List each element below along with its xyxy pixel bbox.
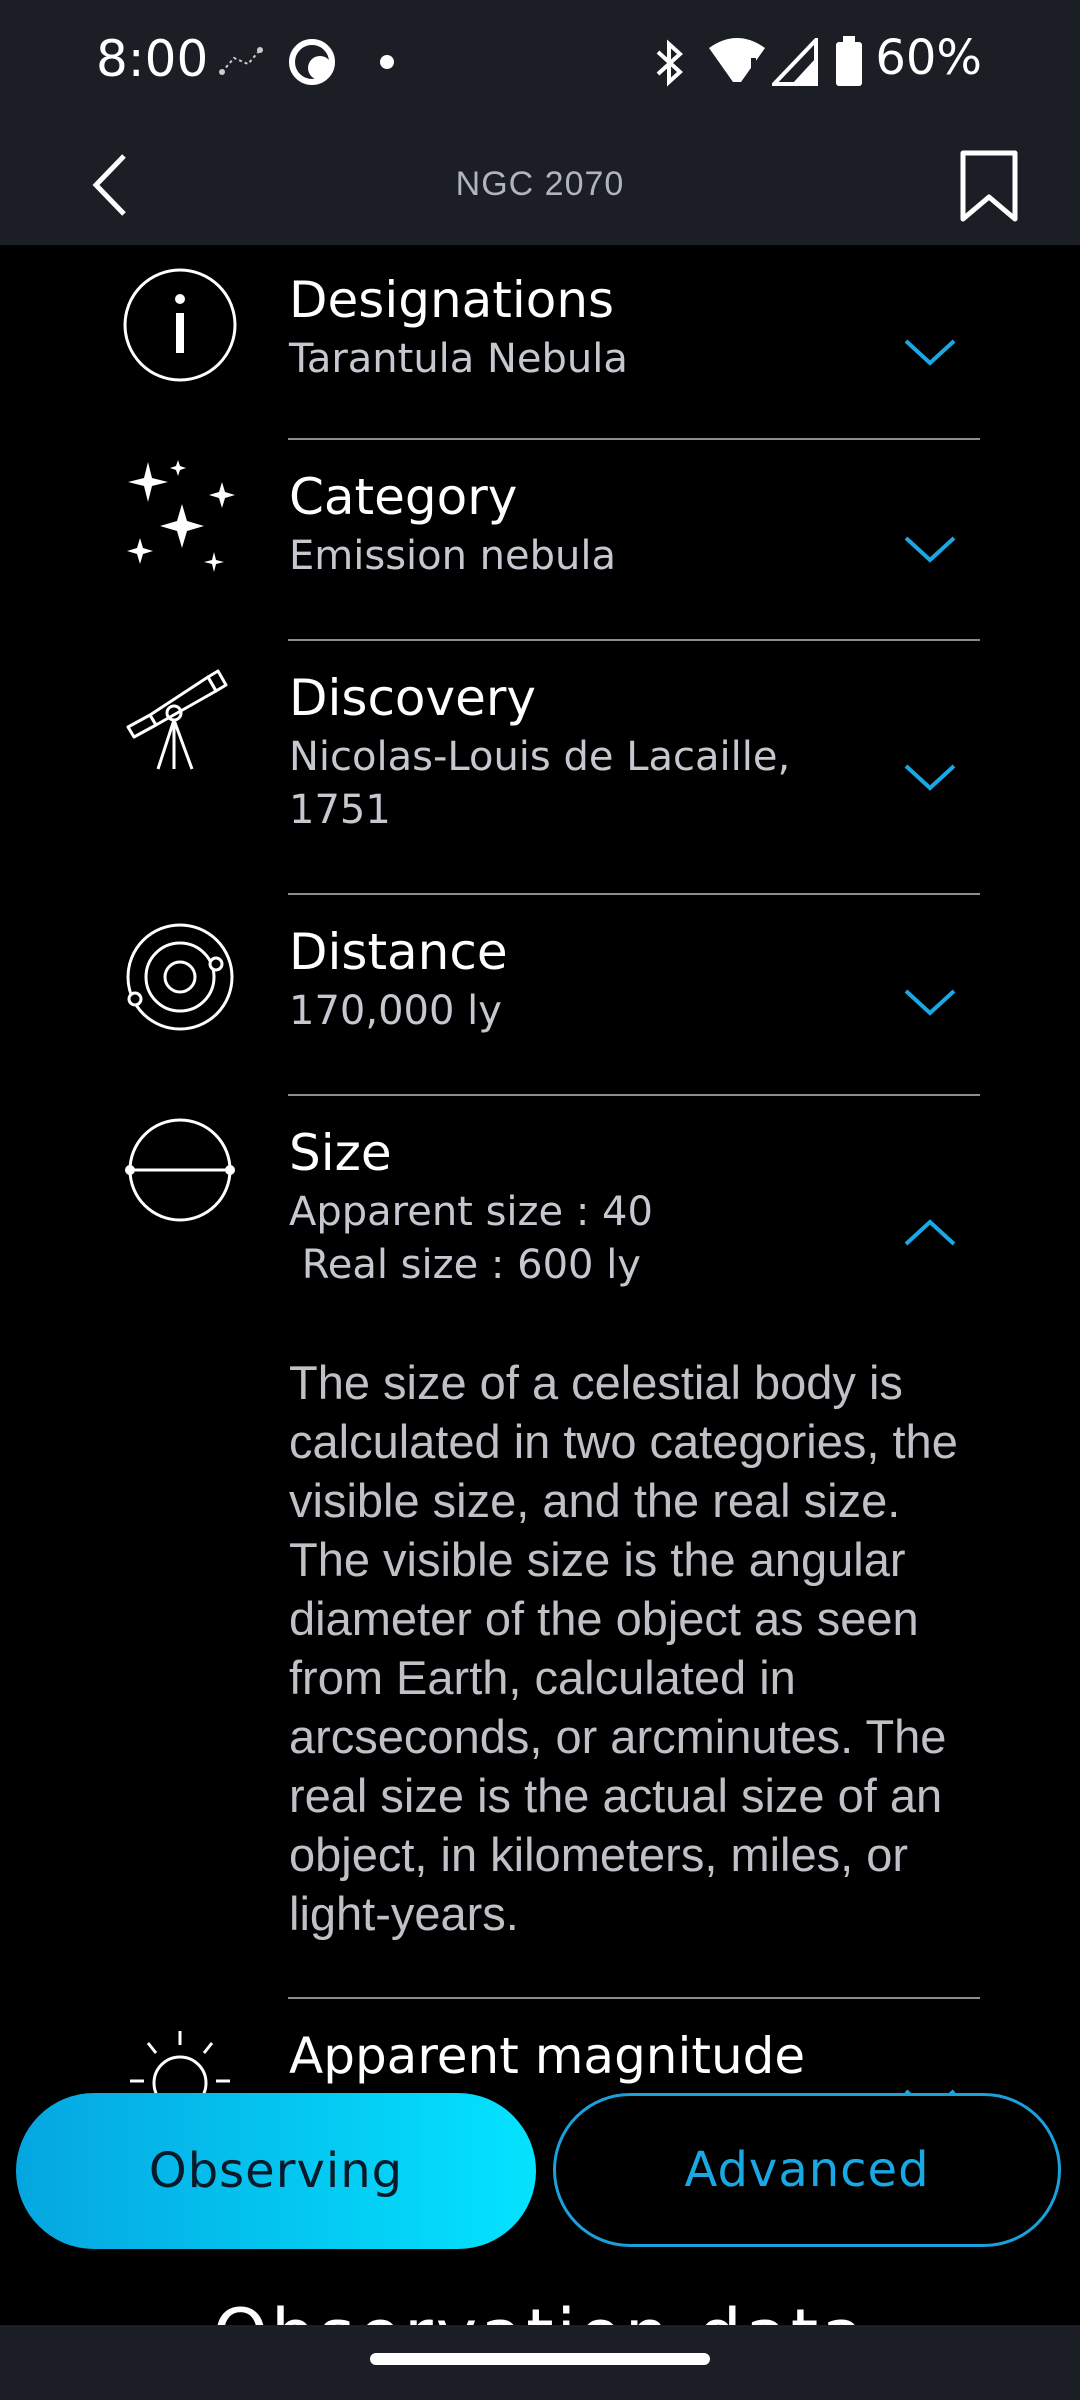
orbit-icon xyxy=(126,923,234,1031)
divider xyxy=(288,438,980,440)
object-details[interactable]: Designations Tarantula Nebula Category E… xyxy=(0,245,1080,2325)
apparent-size-value: Apparent size : 40 xyxy=(289,1189,653,1235)
divider xyxy=(288,1094,980,1096)
app-bar: NGC 2070 xyxy=(0,125,1080,245)
sparkles-icon xyxy=(127,460,235,572)
real-size-value: Real size : 600 ly xyxy=(289,1242,641,1288)
sphere-icon xyxy=(125,1118,235,1222)
row-title: Apparent magnitude xyxy=(289,2027,806,2085)
observation-data-heading: Observation data xyxy=(0,2270,1080,2325)
home-gesture-handle[interactable] xyxy=(370,2353,710,2365)
chevron-down-icon[interactable] xyxy=(900,530,960,570)
chevron-up-icon[interactable] xyxy=(900,1212,960,1252)
constellation-icon xyxy=(219,47,263,75)
telescope-icon xyxy=(126,669,228,770)
row-title: Distance xyxy=(289,923,508,981)
wifi-icon xyxy=(709,38,765,82)
status-bar: 8:00 60% xyxy=(0,0,1080,125)
row-value: Emission nebula xyxy=(289,533,617,579)
row-title: Category xyxy=(289,468,518,526)
status-time: 8:00 xyxy=(96,30,209,88)
observing-button[interactable]: Observing xyxy=(16,2093,536,2249)
row-value: 170,000 ly xyxy=(289,988,502,1034)
bookmark-icon[interactable] xyxy=(953,147,1025,227)
row-title: Discovery xyxy=(289,669,537,727)
cell-signal-icon xyxy=(772,38,818,86)
row-value-line2: 1751 xyxy=(289,787,391,833)
info-icon xyxy=(123,268,237,382)
chevron-down-icon[interactable] xyxy=(900,983,960,1023)
row-title: Designations xyxy=(289,271,615,329)
battery-percent: 60% xyxy=(875,30,982,86)
system-nav-bar xyxy=(0,2325,1080,2400)
app-notification-icon xyxy=(289,39,335,85)
bluetooth-icon xyxy=(656,39,683,87)
notification-dot-icon xyxy=(380,55,394,69)
divider xyxy=(288,1997,980,1999)
row-value: Nicolas-Louis de Lacaille, xyxy=(289,734,791,780)
advanced-button[interactable]: Advanced xyxy=(553,2093,1061,2247)
page-title: NGC 2070 xyxy=(455,165,625,203)
battery-icon xyxy=(836,36,862,86)
row-title: Size xyxy=(289,1124,392,1182)
divider xyxy=(288,639,980,641)
chevron-down-icon[interactable] xyxy=(900,333,960,373)
chevron-down-icon[interactable] xyxy=(900,758,960,798)
row-value: Tarantula Nebula xyxy=(289,336,628,382)
size-description: The size of a celestial body is calculat… xyxy=(289,1356,958,1940)
divider xyxy=(288,893,980,895)
